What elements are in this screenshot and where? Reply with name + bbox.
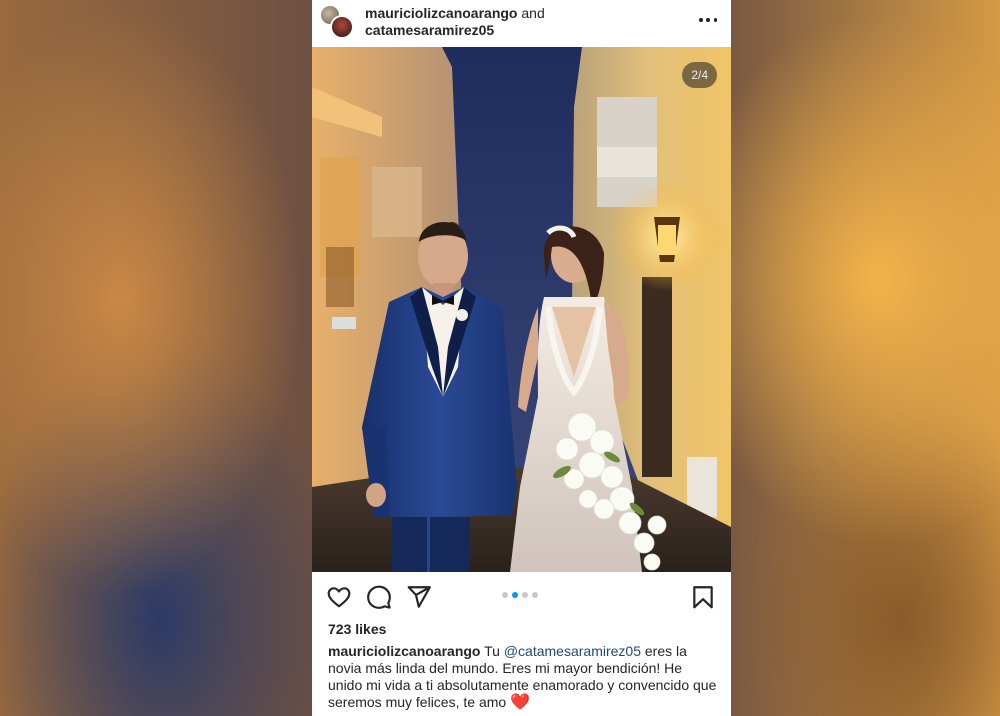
coauthor-username[interactable]: catamesaramirez05 [365,22,494,38]
carousel-dot [502,592,508,598]
more-icon[interactable] [699,12,717,28]
action-bar [312,572,731,620]
post-caption: mauriciolizcanoarango Tu @catamesaramire… [328,643,720,711]
post-header: mauriciolizcanoarango and catamesaramire… [312,0,731,47]
caption-username[interactable]: mauriciolizcanoarango [328,643,480,659]
like-count[interactable]: 723 likes [328,621,386,637]
author-username[interactable]: mauriciolizcanoarango [365,5,517,21]
carousel-dots [502,592,538,598]
bookmark-icon[interactable] [690,584,716,610]
instagram-post: mauriciolizcanoarango and catamesaramire… [312,0,731,716]
carousel-dot [522,592,528,598]
avatar[interactable] [330,15,354,39]
carousel-counter: 2/4 [682,62,717,88]
post-image[interactable]: 2/4 [312,47,731,572]
author-joiner: and [517,5,545,21]
caption-mention[interactable]: @catamesaramirez05 [504,643,641,659]
red-heart-emoji: ❤️ [510,694,530,711]
collab-avatars[interactable] [319,4,355,39]
carousel-dot-active [512,592,518,598]
comment-icon[interactable] [366,584,392,610]
heart-icon[interactable] [326,584,352,610]
post-authors: mauriciolizcanoarango and catamesaramire… [365,5,545,39]
send-icon[interactable] [406,584,432,610]
wedding-photo [312,47,731,572]
carousel-dot [532,592,538,598]
caption-text-pre: Tu [480,643,504,659]
